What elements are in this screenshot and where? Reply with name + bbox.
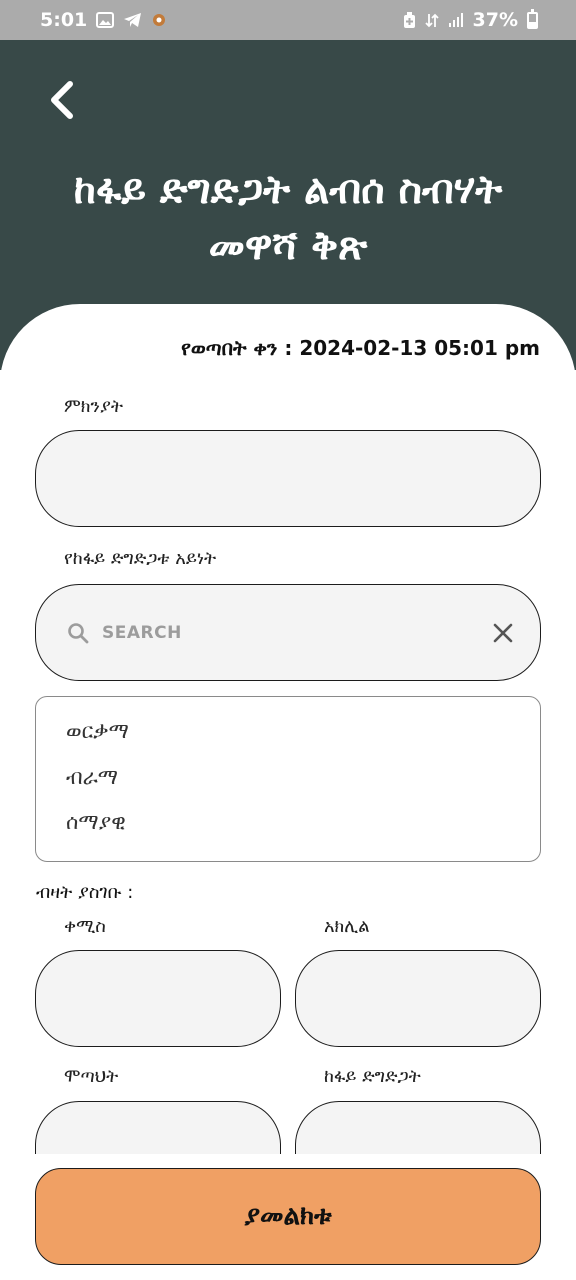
- back-button[interactable]: [44, 78, 84, 122]
- battery-fill: [529, 21, 536, 27]
- app-notification-icon: [151, 12, 167, 28]
- qty-input-dress[interactable]: [35, 950, 281, 1047]
- battery-saver-icon: [403, 11, 416, 29]
- type-options-list: ወርቃማ ብራማ ሰማያዊ: [35, 696, 541, 862]
- page-title-line2: መዋሻ ቅጽ: [208, 223, 368, 269]
- search-placeholder: SEARCH: [102, 622, 182, 643]
- qty-label-crown: አክሊል: [324, 916, 370, 937]
- form-card: የወጣበት ቀን : 2024-02-13 05:01 pm ምክንያት የከፋ…: [0, 304, 576, 1154]
- status-bar: 5:01 37%: [0, 0, 576, 40]
- type-label: የከፋይ ድግድጋቱ አይነት: [64, 548, 217, 569]
- qty-input-crown[interactable]: [295, 950, 541, 1047]
- type-search-field[interactable]: SEARCH: [35, 584, 541, 681]
- battery-icon: [527, 8, 538, 29]
- reason-label: ምክንያት: [64, 396, 123, 417]
- search-icon: [68, 622, 89, 643]
- page-title: ከፋይ ድግድጋት ልብሰ ስብሃት መዋሻ ቅጽ: [20, 162, 556, 274]
- clear-icon[interactable]: [492, 622, 514, 644]
- option-item[interactable]: ወርቃማ: [66, 719, 129, 744]
- qty-label-dress: ቀሚስ: [64, 916, 106, 937]
- submit-button[interactable]: ያመልክቱ: [35, 1168, 541, 1265]
- reason-input[interactable]: [35, 430, 541, 527]
- data-transfer-icon: [424, 12, 439, 29]
- telegram-icon: [123, 12, 142, 28]
- quantity-label: ብዛት ያስገቡ :: [36, 882, 134, 903]
- status-right: 37%: [403, 8, 538, 31]
- status-time: 5:01: [40, 9, 88, 31]
- qty-label-belt: ሞጣህት: [64, 1066, 119, 1087]
- gallery-icon: [96, 12, 115, 28]
- battery-percent: 37%: [472, 9, 518, 31]
- option-item[interactable]: ሰማያዊ: [66, 810, 126, 835]
- qty-input-payer[interactable]: [295, 1101, 541, 1154]
- page-title-line1: ከፋይ ድግድጋት ልብሰ ስብሃት: [73, 167, 503, 213]
- qty-input-belt[interactable]: [35, 1101, 281, 1154]
- issue-date: የወጣበት ቀን : 2024-02-13 05:01 pm: [181, 336, 540, 360]
- option-item[interactable]: ብራማ: [66, 765, 118, 790]
- status-left: 5:01: [40, 9, 167, 31]
- signal-icon: [448, 12, 464, 28]
- qty-label-payer: ከፋይ ድግድጋት: [324, 1066, 421, 1087]
- chevron-left-icon: [51, 81, 73, 119]
